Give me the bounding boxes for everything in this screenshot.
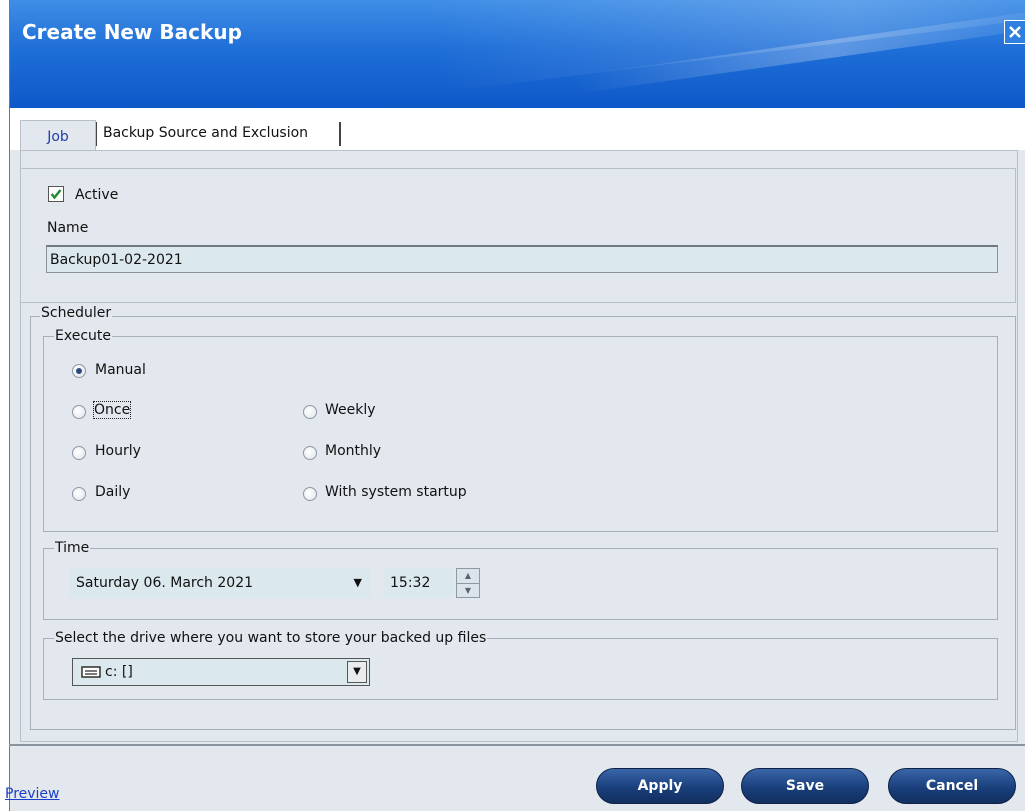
dialog-title: Create New Backup [22,20,242,44]
dropdown-arrow-icon: ▼ [353,576,362,589]
close-icon [1009,26,1021,38]
title-bar-highlight [427,0,1025,93]
scheduler-legend: Scheduler [40,305,113,321]
radio-monthly-label: Monthly [325,443,382,459]
tab-backup-source-and-exclusion[interactable]: Backup Source and Exclusion [96,122,341,146]
name-field[interactable]: Backup01-02-2021 [46,245,998,273]
execute-group [43,336,998,532]
close-button[interactable] [1004,20,1025,44]
radio-manual-label: Manual [95,362,146,378]
tab-job[interactable]: Job [20,120,96,150]
spin-up-icon[interactable]: ▲ [457,569,479,584]
time-spinner[interactable]: ▲ ▼ [456,568,480,598]
tab-strip: Job Backup Source and Exclusion [10,108,1025,150]
name-label: Name [47,220,89,236]
time-legend: Time [54,540,91,556]
preview-link[interactable]: Preview [5,786,60,802]
checkmark-icon [50,189,62,200]
save-button[interactable]: Save [741,768,869,804]
date-value: Saturday 06. March 2021 [76,575,254,591]
dropdown-arrow-icon[interactable]: ▼ [347,661,367,683]
active-checkbox[interactable] [48,186,64,202]
title-bar: Create New Backup [10,0,1025,108]
drive-value: c: [] [105,664,133,680]
drive-select[interactable]: c: [] ▼ [72,658,370,686]
drive-legend: Select the drive where you want to store… [54,630,488,646]
radio-daily-label: Daily [95,484,131,500]
radio-weekly[interactable] [303,405,317,419]
radio-monthly[interactable] [303,446,317,460]
radio-once-label: Once [92,401,132,419]
time-input[interactable]: 15:32 [384,568,454,598]
radio-manual[interactable] [72,364,86,378]
radio-hourly-label: Hourly [95,443,141,459]
date-picker[interactable]: Saturday 06. March 2021 ▼ [70,568,370,598]
radio-weekly-label: Weekly [325,402,376,418]
spin-down-icon[interactable]: ▼ [457,584,479,598]
radio-with-system-startup-label: With system startup [325,484,467,500]
drive-icon [81,666,101,678]
footer-divider [9,744,1025,746]
active-label: Active [75,187,119,203]
radio-once[interactable] [72,405,86,419]
execute-legend: Execute [54,328,112,344]
radio-daily[interactable] [72,487,86,501]
radio-with-system-startup[interactable] [303,487,317,501]
job-settings-group [20,168,1016,303]
cancel-button[interactable]: Cancel [888,768,1016,804]
apply-button[interactable]: Apply [596,768,724,804]
radio-hourly[interactable] [72,446,86,460]
